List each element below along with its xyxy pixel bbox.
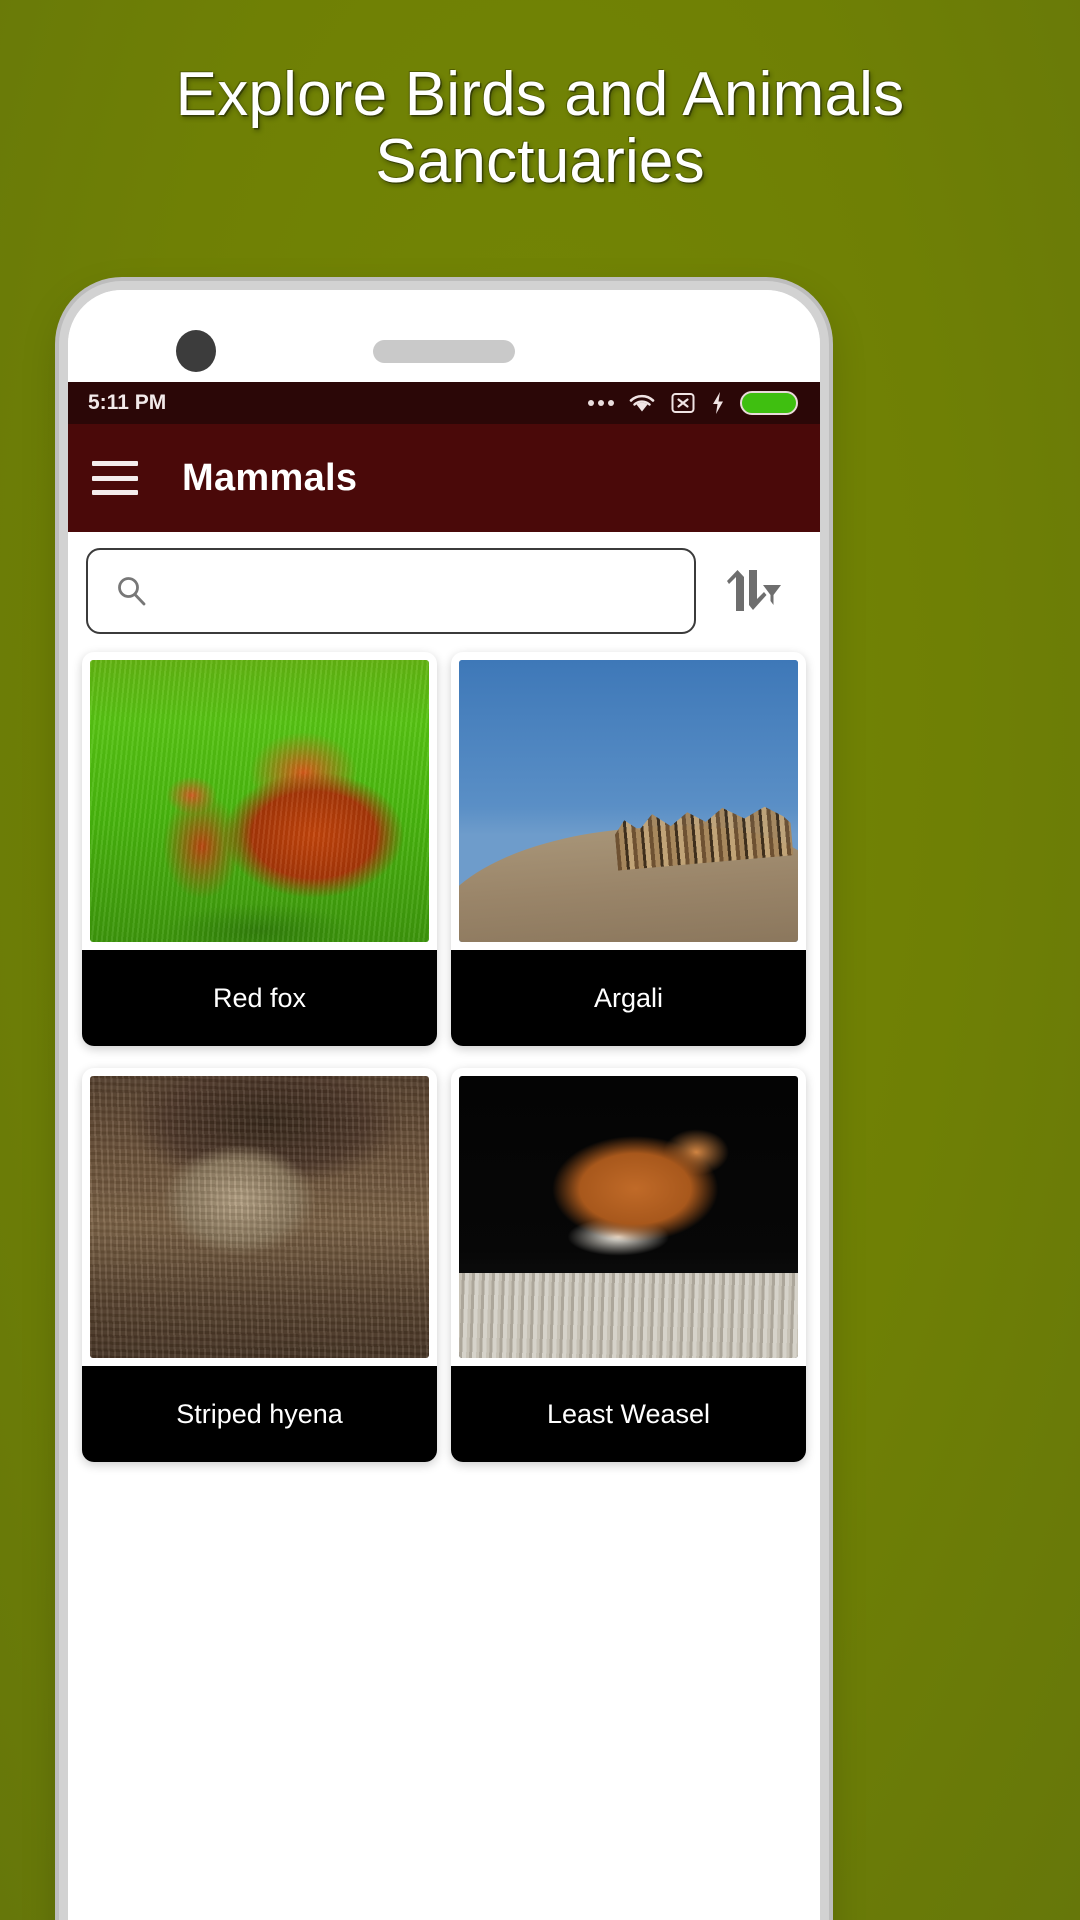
animal-name-label: Least Weasel bbox=[451, 1366, 806, 1462]
striped-hyena-photo bbox=[90, 1076, 429, 1358]
hamburger-menu-icon[interactable] bbox=[92, 461, 138, 495]
search-input[interactable] bbox=[162, 575, 668, 607]
status-icons bbox=[588, 391, 798, 415]
animal-thumbnail bbox=[90, 1076, 429, 1358]
camera-icon bbox=[176, 330, 216, 372]
animal-name-label: Red fox bbox=[82, 950, 437, 1046]
charging-bolt-icon bbox=[713, 392, 723, 414]
argali-herd-photo bbox=[459, 660, 798, 942]
battery-icon bbox=[740, 391, 798, 415]
animal-card[interactable]: Least Weasel bbox=[451, 1068, 806, 1462]
animal-card[interactable]: Red fox bbox=[82, 652, 437, 1046]
status-time: 5:11 PM bbox=[88, 391, 167, 414]
phone-mockup: 5:11 PM Mammals Red fox Argali Striped h… bbox=[68, 290, 820, 1920]
animal-card[interactable]: Argali bbox=[451, 652, 806, 1046]
phone-top-bezel bbox=[68, 290, 820, 382]
search-icon bbox=[118, 577, 146, 606]
search-row bbox=[68, 532, 820, 646]
sort-filter-button[interactable] bbox=[706, 548, 802, 634]
animal-thumbnail bbox=[459, 1076, 798, 1358]
animal-grid: Red fox Argali Striped hyena Least Wease… bbox=[68, 646, 820, 1462]
animal-name-label: Striped hyena bbox=[82, 1366, 437, 1462]
red-fox-photo bbox=[90, 660, 429, 942]
promo-headline: Explore Birds and Animals Sanctuaries bbox=[175, 60, 905, 196]
animal-card[interactable]: Striped hyena bbox=[82, 1068, 437, 1462]
least-weasel-photo bbox=[459, 1076, 798, 1358]
search-box[interactable] bbox=[86, 548, 696, 634]
animal-thumbnail bbox=[459, 660, 798, 942]
more-dots-icon bbox=[588, 400, 614, 406]
page-title: Mammals bbox=[182, 456, 358, 499]
phone-screen: 5:11 PM Mammals Red fox Argali Striped h… bbox=[68, 382, 820, 1920]
app-bar: Mammals bbox=[68, 424, 820, 532]
sort-filter-icon bbox=[727, 570, 781, 611]
no-sim-icon bbox=[671, 393, 695, 413]
wifi-icon bbox=[629, 394, 655, 412]
animal-name-label: Argali bbox=[451, 950, 806, 1046]
status-bar: 5:11 PM bbox=[68, 382, 820, 424]
earpiece-speaker-icon bbox=[373, 340, 515, 363]
animal-thumbnail bbox=[90, 660, 429, 942]
